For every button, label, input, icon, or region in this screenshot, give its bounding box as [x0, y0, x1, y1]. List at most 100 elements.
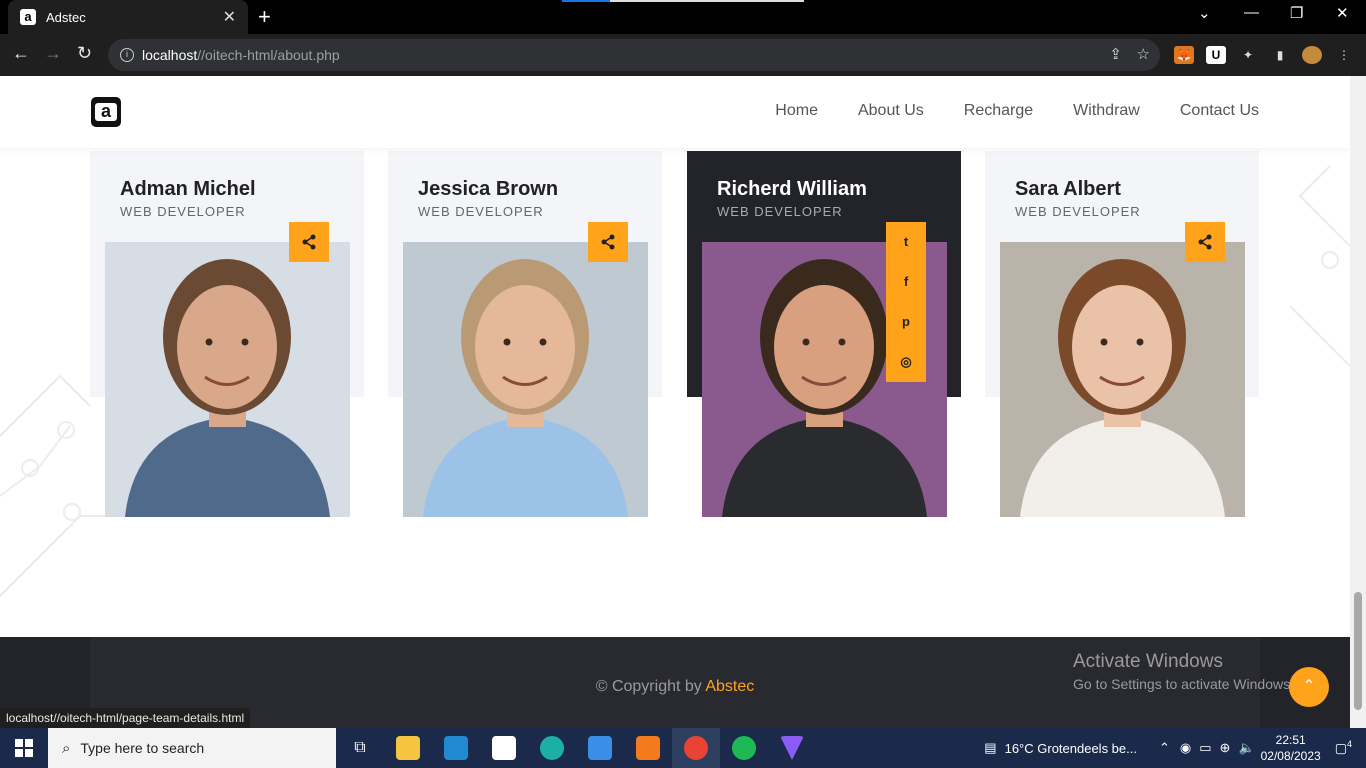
photo-face — [177, 285, 277, 409]
spotify-icon[interactable] — [720, 728, 768, 768]
windows-taskbar: ⌕ Type here to search ⧉ ▤ 16°C Grotendee… — [0, 728, 1366, 768]
taskbar-clock[interactable]: 22:51 02/08/2023 — [1261, 732, 1321, 764]
notification-center-icon[interactable]: ▢4 — [1335, 739, 1352, 756]
file-explorer-icon[interactable] — [384, 728, 432, 768]
new-tab-button[interactable]: + — [258, 4, 271, 30]
reload-icon[interactable]: ↻ — [77, 43, 92, 64]
pinterest-icon[interactable]: p — [902, 314, 910, 329]
url-path: //oitech-html/about.php — [197, 47, 340, 63]
share-button[interactable] — [1185, 222, 1225, 262]
notification-count: 4 — [1346, 739, 1352, 750]
share-page-icon[interactable]: ⇪ — [1109, 45, 1122, 63]
browser-tab-bar: a Adstec ✕ + ⌄ — ❐ ✕ — [0, 0, 1366, 34]
side-panel-icon[interactable]: ▮ — [1270, 46, 1290, 64]
social-links-panel: t f p ◎ — [886, 222, 926, 382]
battery-icon[interactable]: ▭ — [1199, 740, 1211, 756]
search-placeholder: Type here to search — [80, 740, 205, 756]
metamask-extension-icon[interactable]: 🦊 — [1174, 46, 1194, 64]
member-role: WEB DEVELOPER — [120, 204, 246, 219]
nav-item-about[interactable]: About Us — [858, 102, 924, 120]
share-button[interactable] — [289, 222, 329, 262]
link-status-url: localhost//oitech-html/page-team-details… — [0, 708, 251, 728]
photo-eye — [205, 338, 213, 346]
back-icon[interactable]: ← — [12, 43, 30, 64]
ublock-extension-icon[interactable]: U — [1206, 46, 1226, 64]
site-info-icon[interactable]: i — [120, 48, 134, 62]
extensions-puzzle-icon[interactable]: ✦ — [1238, 46, 1258, 64]
logo-letter: a — [95, 102, 117, 121]
browser-menu-icon[interactable]: ⋮ — [1334, 46, 1354, 64]
tab-title: Adstec — [46, 9, 86, 25]
member-role: WEB DEVELOPER — [717, 204, 843, 219]
edge-icon[interactable] — [528, 728, 576, 768]
minimize-button[interactable]: — — [1244, 4, 1259, 21]
tab-search-icon[interactable]: ⌄ — [1198, 4, 1211, 22]
mail-icon[interactable] — [576, 728, 624, 768]
share-icon — [601, 234, 615, 250]
photo-eye — [838, 338, 846, 346]
watermark-title: Activate Windows — [1073, 651, 1223, 672]
browser-toolbar: ← → ↻ i localhost//oitech-html/about.php… — [0, 34, 1366, 76]
photo-eye — [241, 338, 249, 346]
show-hidden-icons-icon[interactable]: ⌃ — [1159, 740, 1170, 756]
watermark-subtitle: Go to Settings to activate Windows. — [1073, 676, 1294, 692]
restore-button[interactable]: ❐ — [1290, 4, 1303, 22]
clock-date: 02/08/2023 — [1260, 749, 1321, 763]
forward-icon[interactable]: → — [44, 43, 62, 64]
close-window-button[interactable]: ✕ — [1336, 4, 1349, 22]
facebook-icon[interactable]: f — [904, 274, 908, 289]
clock-time: 22:51 — [1275, 733, 1306, 747]
photo-face — [774, 285, 874, 409]
url-host: localhost — [142, 47, 198, 63]
photo-eye — [802, 338, 810, 346]
loading-indicator — [562, 0, 804, 2]
nav-item-withdraw[interactable]: Withdraw — [1073, 102, 1140, 120]
meet-now-icon[interactable]: ◉ — [1180, 740, 1191, 756]
taskbar-search-box[interactable]: ⌕ Type here to search — [48, 728, 336, 768]
activate-windows-watermark: Activate Windows Go to Settings to activ… — [1073, 651, 1294, 692]
member-photo[interactable] — [403, 242, 648, 517]
microsoft-store-icon[interactable] — [480, 728, 528, 768]
address-bar[interactable]: i localhost//oitech-html/about.php ☆ ⇪ — [108, 39, 1160, 71]
close-tab-icon[interactable]: ✕ — [223, 7, 236, 27]
browser-tab[interactable]: a Adstec ✕ — [8, 0, 248, 34]
photo-eye — [539, 338, 547, 346]
page-scrollbar[interactable] — [1350, 76, 1366, 728]
chrome-icon[interactable] — [672, 728, 720, 768]
share-button[interactable] — [588, 222, 628, 262]
copyright-brand-link[interactable]: Abstec — [705, 678, 754, 695]
photo-eye — [1136, 338, 1144, 346]
chevron-up-icon: ⌃ — [1302, 678, 1316, 695]
member-name[interactable]: Richerd William — [717, 178, 867, 201]
instagram-icon[interactable]: ◎ — [900, 354, 911, 370]
member-name[interactable]: Jessica Brown — [418, 178, 558, 201]
nav-item-contact[interactable]: Contact Us — [1180, 102, 1259, 120]
bookmark-star-icon[interactable]: ☆ — [1137, 45, 1150, 63]
twitter-icon[interactable]: t — [904, 234, 908, 249]
nav-item-recharge[interactable]: Recharge — [964, 102, 1033, 120]
member-photo[interactable] — [105, 242, 350, 517]
photo-face — [1072, 285, 1172, 409]
member-photo[interactable] — [1000, 242, 1245, 517]
weather-icon[interactable]: ▤ — [984, 740, 996, 756]
site-logo[interactable]: a — [91, 97, 121, 127]
scrollbar-thumb[interactable] — [1354, 592, 1362, 710]
share-icon — [302, 234, 316, 250]
scroll-to-top-button[interactable]: ⌃ — [1289, 667, 1329, 707]
vscode-icon[interactable] — [432, 728, 480, 768]
task-view-icon[interactable]: ⧉ — [336, 728, 384, 768]
system-tray: ▤ 16°C Grotendeels be... ⌃ ◉ ▭ ⊕ 🔈 22:51… — [984, 728, 1366, 768]
vpn-app-icon[interactable] — [768, 728, 816, 768]
start-button[interactable] — [0, 728, 48, 768]
volume-icon[interactable]: 🔈 — [1238, 740, 1254, 756]
member-name[interactable]: Adman Michel — [120, 178, 256, 201]
nav-item-home[interactable]: Home — [775, 102, 818, 120]
photo-eye — [503, 338, 511, 346]
photo-face — [475, 285, 575, 409]
weather-text[interactable]: 16°C Grotendeels be... — [1005, 741, 1137, 756]
profile-avatar[interactable] — [1302, 46, 1322, 64]
xampp-icon[interactable] — [624, 728, 672, 768]
share-icon — [1198, 234, 1212, 250]
member-name[interactable]: Sara Albert — [1015, 178, 1121, 201]
network-icon[interactable]: ⊕ — [1220, 740, 1231, 756]
